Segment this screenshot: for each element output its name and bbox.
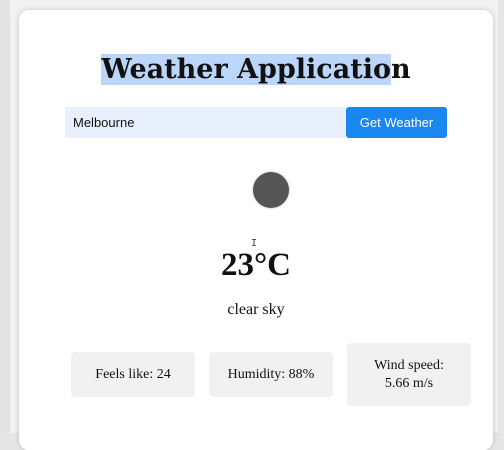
search-row: Get Weather bbox=[65, 107, 447, 138]
wind-speed-box: Wind speed: 5.66 m/s bbox=[347, 343, 471, 406]
wind-speed-label: Wind speed: bbox=[374, 357, 444, 373]
weather-card: Weather Application Get Weather I 23°C c… bbox=[19, 10, 493, 450]
humidity-box: Humidity: 88% bbox=[209, 352, 333, 397]
title-selected-text: Weather Applicatio bbox=[101, 54, 391, 85]
title-rest-text: n bbox=[390, 54, 411, 85]
city-input[interactable] bbox=[65, 107, 346, 138]
humidity-text: Humidity: 88% bbox=[227, 366, 315, 382]
page-background: Weather Application Get Weather I 23°C c… bbox=[0, 0, 504, 450]
get-weather-button[interactable]: Get Weather bbox=[346, 107, 447, 138]
feels-like-text: Feels like: 24 bbox=[95, 366, 171, 382]
feels-like-box: Feels like: 24 bbox=[71, 352, 195, 397]
page-title: Weather Application bbox=[19, 53, 493, 87]
weather-icon bbox=[253, 172, 289, 208]
temperature: 23°C bbox=[220, 247, 292, 283]
weather-description: clear sky bbox=[227, 301, 285, 318]
wind-speed-value: 5.66 m/s bbox=[384, 375, 434, 391]
